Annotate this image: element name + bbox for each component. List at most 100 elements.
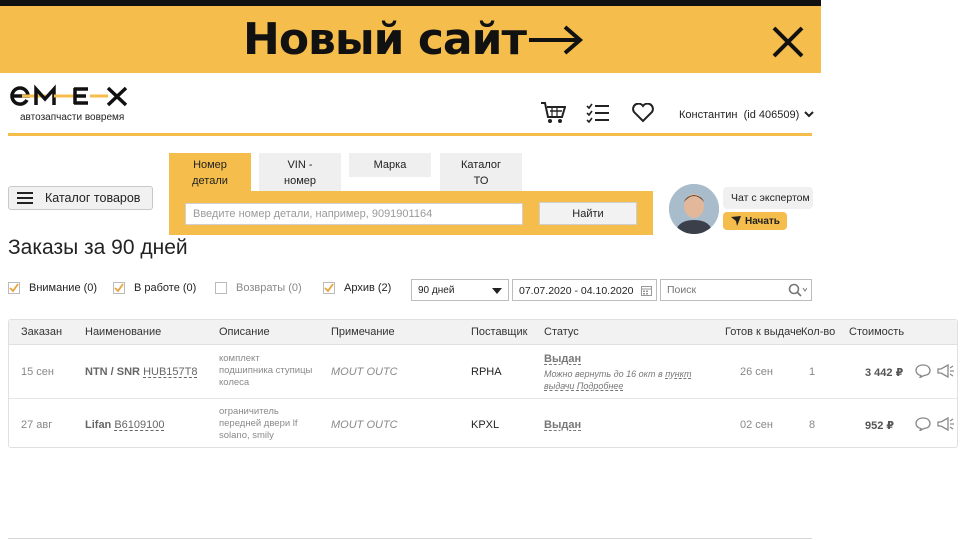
promo-text: Новый сайт — [243, 14, 527, 65]
find-button[interactable]: Найти — [539, 202, 637, 225]
column-header[interactable]: Заказан — [21, 326, 62, 338]
tab-label: Каталог — [461, 159, 501, 171]
period-value: 90 дней — [418, 285, 455, 296]
part-brand: NTN / SNR — [85, 366, 140, 378]
part-description: ограничитель передней двери lf solano, s… — [219, 406, 327, 442]
price: 952 ₽ — [865, 420, 895, 432]
header-divider — [8, 133, 812, 136]
filter-archive[interactable]: Архив (2) — [323, 282, 391, 294]
tab-label: номер — [284, 175, 316, 187]
filter-label: В работе (0) — [134, 282, 197, 294]
period-select[interactable]: 90 дней — [411, 279, 509, 301]
part-number-link[interactable]: B6109100 — [114, 419, 164, 431]
expert-photo-icon — [669, 184, 719, 234]
checkbox-checked-icon[interactable] — [323, 282, 335, 294]
order-note: MOUT OUTC — [331, 419, 398, 431]
tab-vin[interactable]: VIN - номер — [259, 153, 341, 191]
search-icon[interactable] — [787, 283, 807, 297]
filter-label: Архив (2) — [344, 282, 392, 294]
megaphone-icon[interactable] — [937, 364, 955, 378]
description-line: ограничитель — [219, 406, 279, 417]
order-date: 27 авг — [21, 419, 53, 431]
logo-subtitle: автозапчасти вовремя — [20, 112, 125, 123]
column-header[interactable]: Статус — [544, 326, 579, 338]
tab-catalog-to[interactable]: Каталог ТО — [440, 153, 522, 191]
details-link[interactable]: Подробнее — [577, 381, 624, 391]
column-header[interactable]: Примечание — [331, 326, 395, 338]
part-name[interactable]: NTN / SNR HUB157T8 — [85, 366, 197, 378]
orders-table: Заказан Наименование Описание Примечание… — [8, 319, 958, 448]
supplier: RPHA — [471, 366, 502, 378]
status-link[interactable]: Выдан — [544, 353, 581, 365]
tab-brand[interactable]: Марка — [349, 153, 431, 177]
cart-icon[interactable] — [540, 101, 566, 125]
tab-label: Марка — [373, 159, 407, 171]
date-range-value: 07.07.2020 - 04.10.2020 — [519, 285, 634, 297]
start-chat-label: Начать — [745, 215, 780, 227]
filter-label: Внимание (0) — [29, 282, 98, 294]
column-header[interactable]: Готов к выдаче — [725, 326, 802, 338]
part-number-link[interactable]: HUB157T8 — [143, 366, 197, 378]
heart-icon[interactable] — [632, 103, 654, 123]
supplier: KPXL — [471, 419, 500, 431]
part-description: комплект подшипника ступицы колеса — [219, 353, 327, 389]
calendar-icon — [641, 286, 652, 296]
date-range-picker[interactable]: 07.07.2020 - 04.10.2020 — [512, 279, 657, 301]
table-header: Заказан Наименование Описание Примечание… — [9, 320, 957, 345]
order-date: 15 сен — [21, 366, 54, 378]
order-note: MOUT OUTC — [331, 366, 398, 378]
description-line: подшипника ступицы — [219, 365, 313, 376]
chevron-down-icon[interactable] — [804, 110, 814, 118]
filter-in-progress[interactable]: В работе (0) — [113, 282, 196, 294]
status-note: Можно вернуть до 16 окт в пункт выдачи П… — [544, 368, 704, 392]
checkbox-checked-icon[interactable] — [113, 282, 125, 294]
filter-attention[interactable]: Внимание (0) — [8, 282, 97, 294]
column-header[interactable]: Описание — [219, 326, 270, 338]
table-row[interactable]: 27 авг Lifan B6109100 ограничитель перед… — [9, 398, 957, 450]
megaphone-icon[interactable] — [937, 417, 955, 431]
pickup-point-link[interactable]: пункт — [665, 369, 691, 379]
page-title: Заказы за 90 дней — [8, 236, 188, 259]
status-note-text: Можно вернуть до 16 окт в — [544, 369, 663, 379]
start-chat-button[interactable]: Начать — [723, 212, 787, 230]
column-header[interactable]: Стоимость — [849, 326, 904, 338]
menu-icon — [17, 192, 33, 204]
arrow-right-icon — [529, 25, 584, 55]
expert-chat-label[interactable]: Чат с экспертом — [723, 187, 813, 209]
part-search-input[interactable] — [185, 203, 523, 225]
tab-label: Номер — [193, 159, 227, 171]
description-line: передней двери lf — [219, 418, 298, 429]
description-line: комплект — [219, 353, 260, 364]
tab-part-number[interactable]: Номер детали — [169, 153, 251, 191]
checklist-icon[interactable] — [586, 103, 610, 123]
quantity: 8 — [809, 419, 816, 431]
status-link[interactable]: Выдан — [544, 419, 581, 431]
checkbox-empty-icon[interactable] — [215, 282, 227, 294]
comment-icon[interactable] — [915, 364, 931, 378]
column-header[interactable]: Поставщик — [471, 326, 527, 338]
user-id: (id 406509) — [743, 109, 800, 121]
send-icon — [731, 216, 741, 226]
close-icon[interactable] — [768, 22, 808, 62]
price: 3 442 ₽ — [865, 367, 904, 379]
user-menu[interactable]: Константин (id 406509) — [679, 109, 799, 121]
part-name[interactable]: Lifan B6109100 — [85, 419, 165, 431]
quantity: 1 — [809, 366, 816, 378]
catalog-button[interactable]: Каталог товаров — [8, 186, 153, 210]
expert-avatar[interactable] — [669, 184, 719, 234]
checkbox-checked-icon[interactable] — [8, 282, 20, 294]
tab-label: VIN - — [287, 159, 313, 171]
promo-banner[interactable]: Новый сайт — [0, 6, 821, 73]
column-header[interactable]: Наименование — [85, 326, 161, 338]
pickup-point-link[interactable]: выдачи — [544, 381, 574, 391]
filter-returns[interactable]: Возвраты (0) — [215, 282, 302, 294]
part-brand: Lifan — [85, 419, 112, 431]
column-header[interactable]: Кол-во — [801, 326, 835, 338]
table-row[interactable]: 15 сен NTN / SNR HUB157T8 комплект подши… — [9, 346, 957, 398]
user-name: Константин — [679, 109, 738, 121]
ready-date: 26 сен — [740, 366, 773, 378]
tab-label: ТО — [473, 175, 489, 187]
ready-date: 02 сен — [740, 419, 773, 431]
comment-icon[interactable] — [915, 417, 931, 431]
description-line: solano, smily — [219, 430, 274, 441]
